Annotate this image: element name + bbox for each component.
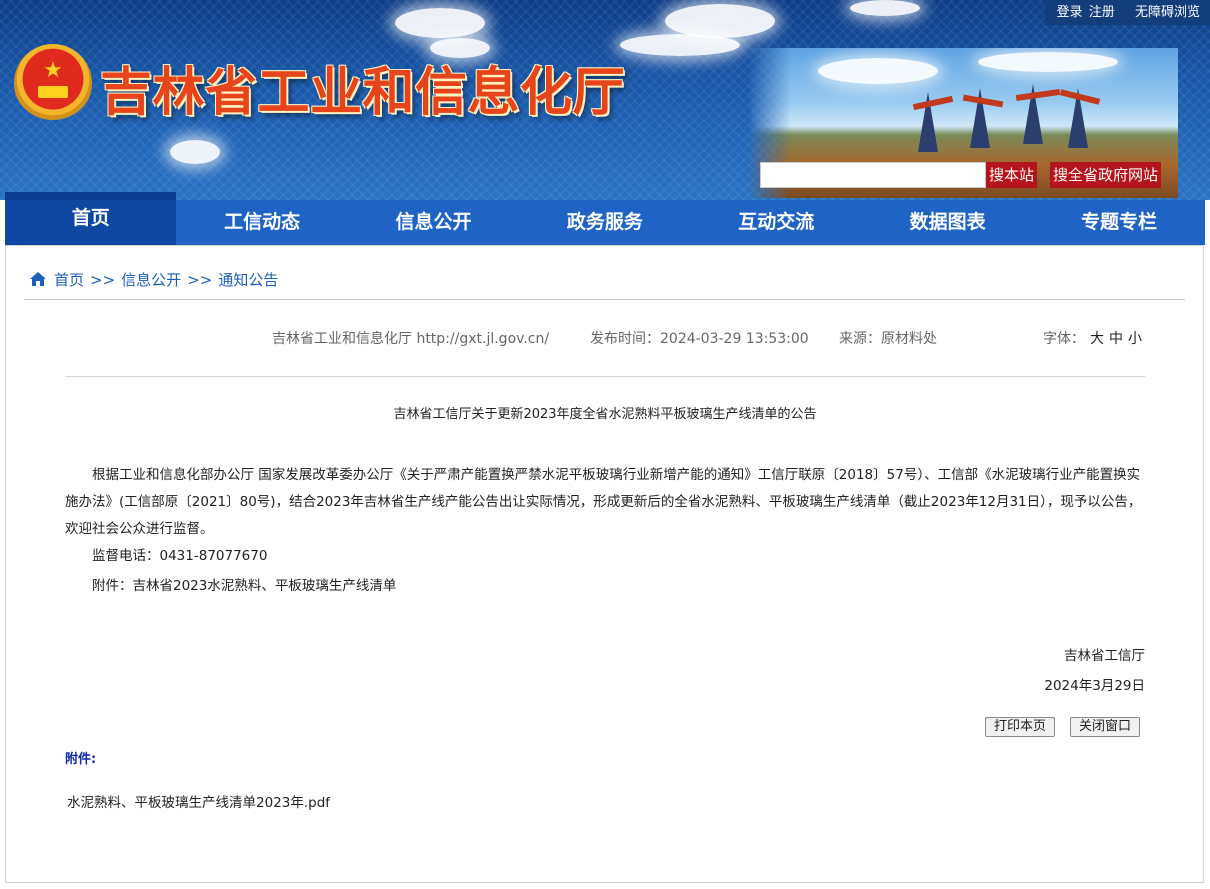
print-button[interactable]: 打印本页 xyxy=(985,717,1056,737)
nav-item-home[interactable]: 首页 xyxy=(5,192,177,253)
meta-site: 吉林省工业和信息化厅 http://gxt.jl.gov.cn/ xyxy=(272,331,550,347)
close-window-button[interactable]: 关闭窗口 xyxy=(1070,717,1141,737)
article-body: 根据工业和信息化部办公厅 国家发展改革委办公厅《关于严肃产能置换严禁水泥平板玻璃… xyxy=(65,462,1145,600)
header-cloud xyxy=(620,34,740,56)
nav-item-data-charts[interactable]: 数据图表 xyxy=(862,200,1033,245)
nav-item-special-topics[interactable]: 专题专栏 xyxy=(1033,200,1204,245)
breadcrumb-info-disclosure[interactable]: 信息公开 xyxy=(121,271,181,289)
home-icon xyxy=(30,272,46,286)
photo-cloud xyxy=(818,58,938,84)
source-label: 来源： xyxy=(839,331,881,347)
publish-time: 2024-03-29 13:53:00 xyxy=(660,331,809,347)
article-title: 吉林省工信厅关于更新2023年度全省水泥熟料平板玻璃生产线清单的公告 xyxy=(393,407,817,422)
login-link[interactable]: 登录 xyxy=(1057,5,1083,20)
font-size-label: 字体： xyxy=(1043,331,1085,347)
site-title: 吉林省工业和信息化厅 xyxy=(100,62,626,123)
emblem-gate xyxy=(38,86,68,98)
header-cloud xyxy=(665,4,775,38)
breadcrumb-separator: >> xyxy=(187,271,213,289)
nav-item-interaction[interactable]: 互动交流 xyxy=(691,200,862,245)
font-size-small[interactable]: 小 xyxy=(1128,331,1142,347)
font-size-medium[interactable]: 中 xyxy=(1109,331,1123,347)
font-size-switcher: 字体： 大中小 xyxy=(1043,330,1142,348)
font-size-large[interactable]: 大 xyxy=(1090,331,1104,347)
meta-divider xyxy=(65,376,1145,377)
signature-org: 吉林省工信厅 xyxy=(1064,648,1145,664)
nav-item-industry-news[interactable]: 工信动态 xyxy=(176,200,347,245)
source-value: 原材料处 xyxy=(881,331,937,347)
photo-cloud xyxy=(978,52,1118,72)
register-link[interactable]: 注册 xyxy=(1089,5,1115,20)
emblem-stars: ★ xyxy=(43,58,63,83)
header-cloud xyxy=(170,140,220,164)
publish-label: 发布时间： xyxy=(590,331,660,347)
search-site-button[interactable]: 搜本站 xyxy=(986,162,1038,188)
breadcrumb-home[interactable]: 首页 xyxy=(54,271,84,289)
attachment-note: 附件：吉林省2023水泥熟料、平板玻璃生产线清单 xyxy=(92,578,397,594)
accessibility-link[interactable]: 无障碍浏览 xyxy=(1135,5,1200,20)
breadcrumb-divider xyxy=(25,299,1185,300)
breadcrumb-notices[interactable]: 通知公告 xyxy=(218,271,278,289)
meta-source: 来源：原材料处 xyxy=(839,330,937,348)
signature-date: 2024年3月29日 xyxy=(1044,678,1145,694)
breadcrumb: 首页 >> 信息公开 >> 通知公告 xyxy=(30,270,278,290)
top-links-bar: 登录 注册 无障碍浏览 xyxy=(1044,0,1210,25)
header-cloud xyxy=(395,8,485,38)
article-paragraph: 根据工业和信息化部办公厅 国家发展改革委办公厅《关于严肃产能置换严禁水泥平板玻璃… xyxy=(65,467,1142,537)
nav-item-info-disclosure[interactable]: 信息公开 xyxy=(348,200,519,245)
supervision-phone: 监督电话：0431-87077670 xyxy=(92,548,268,564)
search-box xyxy=(760,162,997,188)
attachments-label: 附件: xyxy=(65,752,97,767)
search-province-button[interactable]: 搜全省政府网站 xyxy=(1050,162,1162,188)
breadcrumb-separator: >> xyxy=(90,271,116,289)
attachment-file-link[interactable]: 水泥熟料、平板玻璃生产线清单2023年.pdf xyxy=(67,791,330,811)
nav-item-gov-services[interactable]: 政务服务 xyxy=(519,200,690,245)
meta-publish-time: 发布时间：2024-03-29 13:53:00 xyxy=(590,330,809,348)
national-emblem-logo: ★ xyxy=(14,44,92,122)
main-nav: 首页 工信动态 信息公开 政务服务 互动交流 数据图表 专题专栏 xyxy=(5,192,1205,253)
header-cloud xyxy=(850,0,920,16)
search-input[interactable] xyxy=(761,163,997,187)
